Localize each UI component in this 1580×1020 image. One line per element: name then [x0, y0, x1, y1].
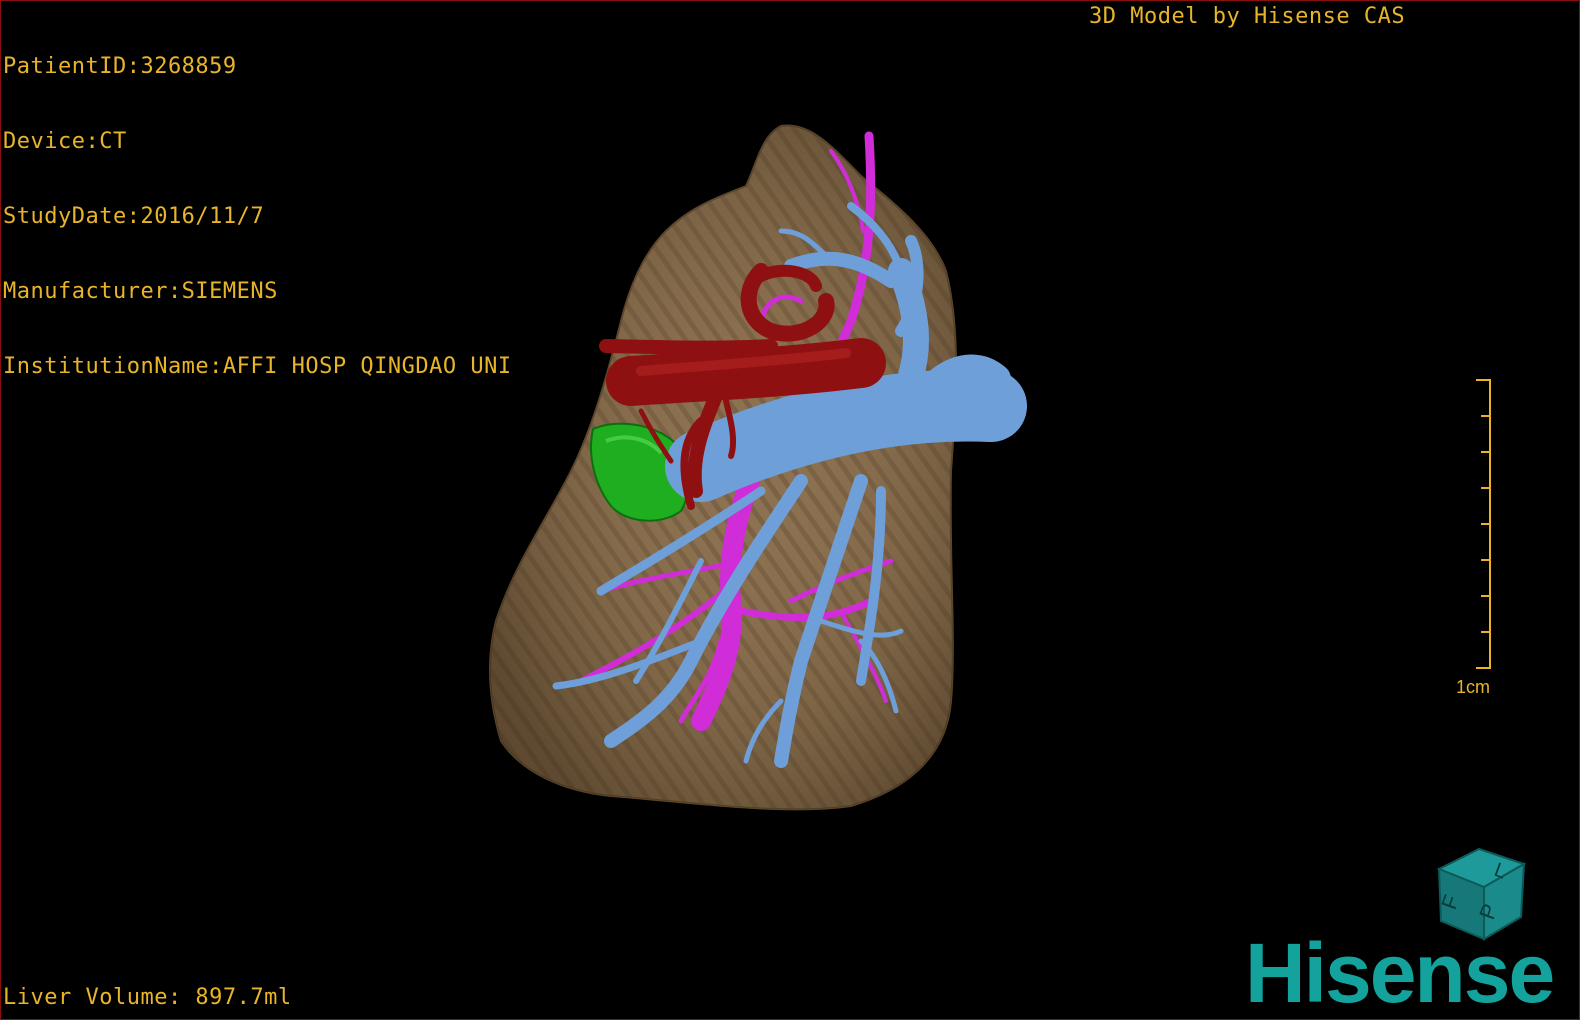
device-text: Device:CT [3, 129, 127, 154]
manufacturer-text: Manufacturer:SIEMENS [3, 279, 278, 304]
study-date-text: StudyDate:2016/11/7 [3, 204, 265, 229]
model-credit-text: 3D Model by Hisense CAS [1089, 4, 1406, 29]
patient-id-text: PatientID:3268859 [3, 54, 237, 79]
liver-volume-text: Liver Volume: 897.7ml [3, 985, 292, 1010]
scale-bar-label: 1cm [1456, 677, 1491, 697]
institution-text: InstitutionName:AFFI HOSP QINGDAO UNI [3, 354, 512, 379]
3d-viewer-viewport[interactable]: PatientID:3268859 Device:CT StudyDate:20… [0, 0, 1580, 1020]
scale-bar [1476, 379, 1491, 669]
patient-info-overlay: PatientID:3268859 Device:CT StudyDate:20… [3, 4, 512, 429]
hisense-logo: Hisense [1245, 926, 1555, 1020]
